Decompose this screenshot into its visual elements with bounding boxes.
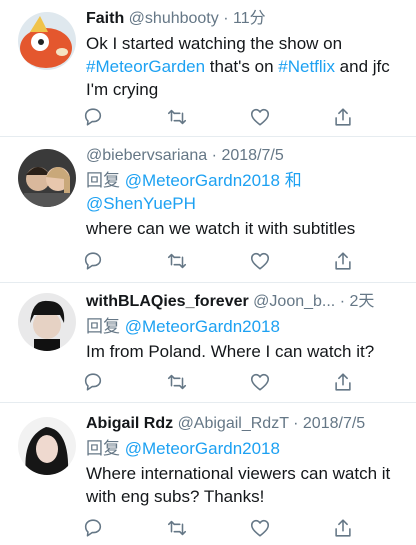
like-icon xyxy=(249,106,271,128)
user-handle[interactable]: @shuhbooty xyxy=(129,10,219,27)
mention-link[interactable]: @MeteorGardn2018 xyxy=(125,317,280,336)
avatar[interactable] xyxy=(18,293,76,351)
like-button[interactable] xyxy=(249,250,271,272)
tweet-feed: Faith @shuhbooty · 11分 Ok I started watc… xyxy=(0,0,416,545)
avatar[interactable] xyxy=(18,417,76,475)
like-icon xyxy=(249,371,271,393)
reply-icon xyxy=(82,250,104,272)
share-button[interactable] xyxy=(332,106,354,128)
tweet-actions xyxy=(82,250,362,272)
tweet[interactable]: Faith @shuhbooty · 11分 Ok I started watc… xyxy=(0,0,416,137)
tweet-header: @biebervsariana · 2018/7/5 xyxy=(86,145,406,167)
reply-button[interactable] xyxy=(82,250,104,272)
share-button[interactable] xyxy=(332,371,354,393)
tweet-header: Abigail Rdz @Abigail_RdzT · 2018/7/5 xyxy=(86,413,406,435)
retweet-button[interactable] xyxy=(166,371,188,393)
retweet-icon xyxy=(166,517,188,539)
tweet-actions xyxy=(82,106,362,128)
reply-context: 回复 @MeteorGardn2018 xyxy=(86,315,406,338)
share-button[interactable] xyxy=(332,517,354,539)
avatar[interactable] xyxy=(18,12,76,70)
avatar[interactable] xyxy=(18,149,76,207)
reply-icon xyxy=(82,517,104,539)
tweet[interactable]: @biebervsariana · 2018/7/5 回复 @MeteorGar… xyxy=(0,137,416,283)
tweet-text: Ok I started watching the show on #Meteo… xyxy=(86,32,406,101)
reply-icon xyxy=(82,106,104,128)
reply-icon xyxy=(82,371,104,393)
timestamp[interactable]: 2天 xyxy=(349,293,374,310)
tweet-actions xyxy=(82,517,362,539)
like-button[interactable] xyxy=(249,371,271,393)
retweet-button[interactable] xyxy=(166,517,188,539)
tweet-text: Where international viewers can watch it… xyxy=(86,464,391,506)
retweet-icon xyxy=(166,250,188,272)
share-icon xyxy=(332,106,354,128)
tweet-text: Im from Poland. Where I can watch it? xyxy=(86,342,375,361)
reply-button[interactable] xyxy=(82,517,104,539)
like-icon xyxy=(249,517,271,539)
tweet[interactable]: Abigail Rdz @Abigail_RdzT · 2018/7/5 回复 … xyxy=(0,403,416,545)
separator-dot: · xyxy=(293,415,299,432)
retweet-button[interactable] xyxy=(166,250,188,272)
mention-link[interactable]: @MeteorGardn2018 xyxy=(125,171,280,190)
hashtag-link[interactable]: #Netflix xyxy=(278,57,335,76)
text-segment: Ok I started watching the show on xyxy=(86,34,343,53)
hashtag-link[interactable]: #MeteorGarden xyxy=(86,57,205,76)
mention-link[interactable]: @ShenYuePH xyxy=(86,194,196,213)
user-handle[interactable]: @biebervsariana xyxy=(86,147,207,164)
tweet-header: Faith @shuhbooty · 11分 xyxy=(86,8,406,30)
separator-dot: · xyxy=(211,147,217,164)
avatar-image xyxy=(18,149,76,207)
display-name[interactable]: withBLAQies_forever xyxy=(86,293,249,310)
separator-dot: · xyxy=(339,293,346,310)
retweet-icon xyxy=(166,371,188,393)
text-segment: that's on xyxy=(205,57,279,76)
share-icon xyxy=(332,517,354,539)
timestamp[interactable]: 2018/7/5 xyxy=(221,147,283,164)
avatar-image xyxy=(18,417,76,475)
like-button[interactable] xyxy=(249,517,271,539)
tweet-text: where can we watch it with subtitles xyxy=(86,219,356,238)
like-button[interactable] xyxy=(249,106,271,128)
share-button[interactable] xyxy=(332,250,354,272)
tweet[interactable]: withBLAQies_forever @Joon_b... · 2天 回复 @… xyxy=(0,283,416,403)
reply-context: 回复 @MeteorGardn2018 和 @ShenYuePH xyxy=(86,169,406,215)
avatar-image xyxy=(18,293,76,351)
mention-link[interactable]: @MeteorGardn2018 xyxy=(125,439,280,458)
reply-prefix: 回复 xyxy=(86,439,120,458)
tweet-header: withBLAQies_forever @Joon_b... · 2天 xyxy=(86,291,406,313)
share-icon xyxy=(332,250,354,272)
tweet-actions xyxy=(82,371,362,393)
display-name[interactable]: Faith xyxy=(86,10,124,27)
timestamp[interactable]: 11分 xyxy=(233,10,266,27)
retweet-button[interactable] xyxy=(166,106,188,128)
share-icon xyxy=(332,371,354,393)
reply-button[interactable] xyxy=(82,371,104,393)
user-handle[interactable]: @Joon_b... xyxy=(253,293,335,310)
display-name[interactable]: Abigail Rdz xyxy=(86,415,173,432)
reply-prefix: 回复 xyxy=(86,317,120,336)
user-handle[interactable]: @Abigail_RdzT xyxy=(178,415,289,432)
reply-button[interactable] xyxy=(82,106,104,128)
avatar-image xyxy=(18,12,76,70)
separator-dot: · xyxy=(223,10,229,27)
like-icon xyxy=(249,250,271,272)
reply-context: 回复 @MeteorGardn2018 xyxy=(86,437,406,460)
timestamp[interactable]: 2018/7/5 xyxy=(303,415,365,432)
reply-conjunction: 和 xyxy=(284,171,302,190)
retweet-icon xyxy=(166,106,188,128)
reply-prefix: 回复 xyxy=(86,171,120,190)
